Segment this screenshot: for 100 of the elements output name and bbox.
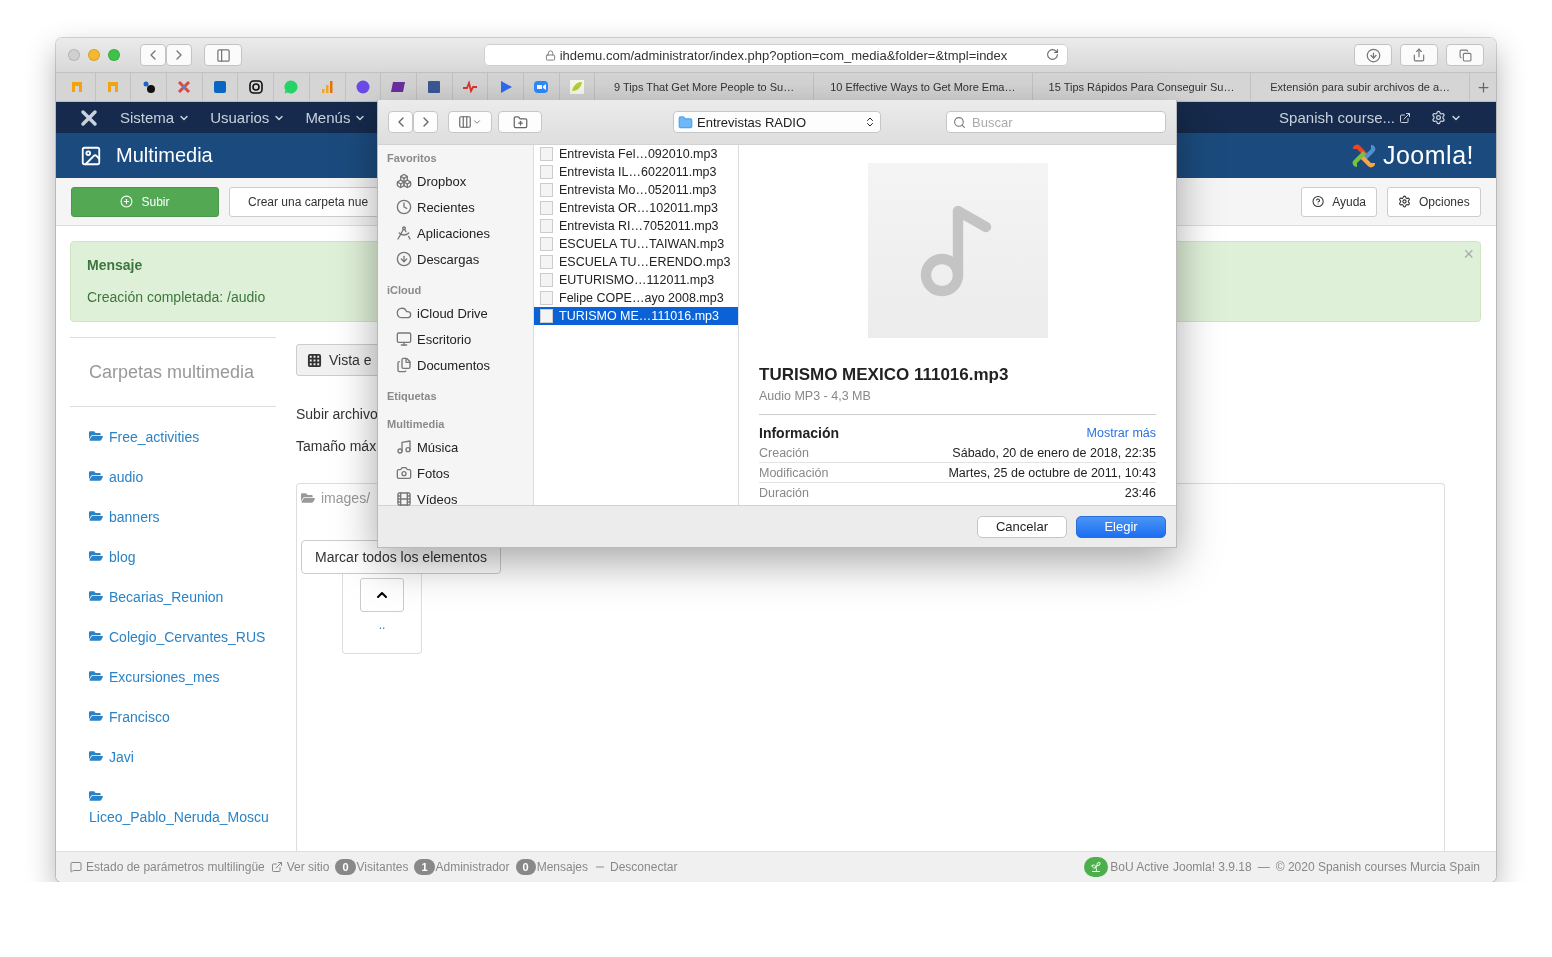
folder-icon [89,669,103,683]
boxes-icon [396,173,412,189]
square-icon [426,79,443,95]
file-row[interactable]: Entrevista IL…6022011.mp3 [534,163,738,181]
choose-button[interactable]: Elegir [1076,515,1166,538]
clock-icon [396,199,412,215]
menu-item[interactable]: Usuarios [200,109,296,126]
count-badge: 0 [335,859,356,875]
leaf-icon [568,79,585,95]
status-text: Mensajes [536,860,589,874]
view-mode-button[interactable] [448,111,492,133]
file-row[interactable]: Entrevista Mo…052011.mp3 [534,181,738,199]
file-row[interactable]: Entrevista OR…102011.mp3 [534,199,738,217]
file-icon [540,183,553,197]
forward-button[interactable] [166,44,192,66]
help-button[interactable]: Ayuda [1301,186,1377,217]
folder-link[interactable]: Liceo_Pablo_Neruda_Moscu [89,787,270,827]
download-icon [1365,47,1381,63]
forward-button[interactable] [413,111,438,133]
square-icon [212,79,229,95]
reload-icon[interactable] [1046,48,1059,61]
folder-link[interactable]: banners [89,507,270,527]
file-row[interactable]: Felipe COPE…ayo 2008.mp3 [534,289,738,307]
file-row[interactable]: Entrevista RI…7052011.mp3 [534,217,738,235]
badge-icon [390,79,407,95]
footer-text: Joomla! 3.9.18 [1173,860,1252,874]
menu-item[interactable]: Menús [295,109,377,126]
file-row[interactable]: TURISMO ME…111016.mp3 [534,307,738,325]
minimize-button[interactable] [88,49,100,61]
sidebar-item[interactable]: iCloud Drive [378,300,533,326]
file-icon [540,273,553,287]
message-title: Mensaje [87,257,143,273]
folder-icon [89,629,103,643]
updown-icon [864,116,876,128]
section-heading: Favoritos [386,152,438,166]
folder-link[interactable]: Becarias_Reunion [89,587,270,607]
location-popup[interactable]: Entrevistas RADIO [673,111,881,133]
options-button[interactable]: Opciones [1387,186,1481,217]
folder-icon [89,589,103,603]
camera-icon [396,465,412,481]
sidebar-item[interactable]: Vídeos [378,486,533,512]
folder-link[interactable]: Free_activities [89,427,270,447]
path-text: images/ [321,490,371,506]
folder-link[interactable]: Excursiones_mes [89,667,270,687]
detail-label: Modificación [759,465,829,480]
detail-value: Sábado, 20 de enero de 2018, 22:35 [952,445,1156,460]
up-link[interactable]: .. [378,618,386,632]
sidebar-item[interactable]: Recientes [378,194,533,220]
folder-link[interactable]: audio [89,467,270,487]
download-icon [396,251,412,267]
site-link[interactable]: Spanish course... [1269,109,1421,126]
share-button[interactable] [1400,44,1438,66]
comment-icon [70,861,82,873]
menu-item[interactable]: Sistema [110,109,201,126]
file-icon [540,219,553,233]
sidebar-item[interactable]: Dropbox [378,168,533,194]
file-row[interactable]: ESCUELA TU…ERENDO.mp3 [534,253,738,271]
downloads-button[interactable] [1354,44,1392,66]
file-icon [540,201,553,215]
folder-icon [89,549,103,563]
section-heading: iCloud [386,284,423,298]
search-field[interactable]: Buscar [946,111,1166,133]
tabs-overview-button[interactable] [1446,44,1484,66]
logo-icon[interactable] [80,108,98,127]
max-size-label: Tamaño máx [296,438,377,454]
film-icon [396,491,412,507]
sidebar-item[interactable]: Descargas [378,246,533,272]
file-row[interactable]: ESCUELA TU…TAIWAN.mp3 [534,235,738,253]
circle-icon [354,79,371,95]
new-folder-button[interactable]: Crear una carpeta nue [229,186,379,217]
grid-icon [307,352,322,368]
chat-bubble-icon [283,79,300,95]
folder-link[interactable]: blog [89,547,270,567]
search-input[interactable]: Buscar [970,113,1140,131]
sprout-icon [1090,861,1103,873]
sidebar-button[interactable] [204,44,242,66]
folder-icon [89,709,103,723]
show-more-link[interactable]: Mostrar más [1086,426,1156,440]
folder-icon [89,789,103,803]
sidebar-item[interactable]: Música [378,434,533,460]
folder-link[interactable]: Colegio_Cervantes_RUS [89,627,270,647]
sidebar-item[interactable]: Aplicaciones [378,220,533,246]
sidebar-item[interactable]: Fotos [378,460,533,486]
footer-text: — [1257,860,1270,874]
footer-text: BoU Active [1110,860,1169,874]
back-button[interactable] [140,44,166,66]
cancel-button[interactable]: Cancelar [977,515,1067,538]
new-folder-button[interactable] [498,111,542,133]
back-button[interactable] [388,111,413,133]
file-title: TURISMO MEXICO 111016.mp3 [759,365,1010,385]
address-bar[interactable]: ihdemu.com/administrator/index.php?option=com_media&folder=&tmpl=index [484,44,1068,66]
zoom-button[interactable] [108,49,120,61]
file-row[interactable]: Entrevista Fel…092010.mp3 [534,145,738,163]
file-icon [540,291,553,305]
folder-icon [301,491,315,505]
up-button[interactable] [360,578,404,612]
folder-link[interactable]: Javi [89,747,270,767]
lock-icon [544,49,556,61]
folder-link[interactable]: Francisco [89,707,270,727]
file-row[interactable]: EUTURISMO…112011.mp3 [534,271,738,289]
